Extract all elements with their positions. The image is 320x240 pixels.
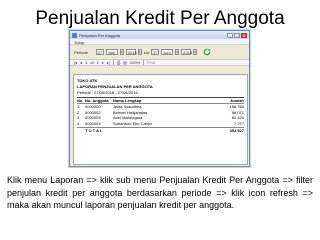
- table-cell: 3: [77, 115, 80, 121]
- window-title: Penjualan Per Anggota: [79, 32, 120, 38]
- print-icon[interactable]: ⎙: [117, 60, 120, 65]
- close-button[interactable]: ×: [241, 32, 247, 38]
- app-icon: [72, 32, 77, 38]
- from-year-field[interactable]: 2016: [125, 49, 137, 55]
- slide-description: Klik menu Laporan => klik sub menu Penju…: [7, 175, 313, 210]
- table-row: 1 0000000 Jelita Syaodhha 166.760: [77, 104, 244, 110]
- table-cell: 2: [77, 109, 80, 115]
- table-cell: Ariel Mahengara: [113, 115, 143, 121]
- report-store-name: TOKO ATK: [77, 78, 98, 83]
- total-value: 352.527: [229, 128, 244, 133]
- column-header: No: [77, 98, 83, 103]
- table-cell: 1: [77, 104, 80, 110]
- from-year-dropdown[interactable]: ▾: [137, 49, 142, 55]
- refresh-button[interactable]: [203, 48, 211, 56]
- table-cell: 0000000: [85, 104, 101, 110]
- app-window: Penjualan Per Anggota – □ × Tutup Period…: [69, 30, 250, 167]
- maximize-button[interactable]: □: [234, 32, 240, 38]
- column-header: Jumlah: [229, 98, 244, 103]
- zoom-select[interactable]: 100%: [130, 60, 140, 65]
- to-month-dropdown[interactable]: ▾: [175, 49, 180, 55]
- prev-page-icon[interactable]: ◂: [80, 60, 82, 65]
- total-label: T O T A L: [85, 128, 103, 133]
- table-cell: 0000004: [85, 120, 101, 126]
- table-cell: 96.071: [231, 109, 244, 115]
- table-cell: 166.760: [229, 104, 244, 110]
- column-header: Nama Lengkap: [113, 98, 142, 103]
- menu-tutup[interactable]: Tutup: [74, 40, 84, 45]
- to-day-field[interactable]: 27: [151, 49, 160, 55]
- table-cell: 0000003: [85, 115, 101, 121]
- from-day-field[interactable]: 27: [95, 49, 104, 55]
- to-year-dropdown[interactable]: ▾: [193, 49, 198, 55]
- minimize-button[interactable]: –: [227, 32, 233, 38]
- range-separator: s/d: [143, 49, 150, 55]
- report-toolbar: |◂ ◂ 1 of 1 ▸ ▸| ⎙ ▤ 100% Find: [70, 59, 249, 66]
- page-total: 1: [96, 60, 99, 65]
- table-cell: Jelita Syaodhha: [113, 104, 142, 110]
- table-cell: 4: [77, 120, 80, 126]
- table-row: 4 0000004 Suriantoro Eko Cahyo 7.277: [77, 121, 244, 127]
- table-row: 3 0000003 Ariel Mahengara 82.420: [77, 115, 244, 121]
- find-link[interactable]: Find: [147, 60, 155, 65]
- table-cell: 82.420: [231, 115, 244, 121]
- table-cell: 7.277: [233, 120, 244, 126]
- report-title: LAPORAN PENJUALAN PER ANGGOTA: [77, 84, 153, 89]
- slide-title: Penjualan Kredit Per Anggota: [35, 8, 285, 29]
- report-total-row: T O T A L 352.527: [77, 127, 244, 133]
- next-page-icon[interactable]: ▸: [102, 60, 104, 65]
- first-page-icon[interactable]: |◂: [74, 60, 77, 65]
- refresh-icon: [203, 48, 211, 56]
- table-cell: 0000002: [85, 109, 101, 115]
- table-row: 2 0000002 Bonner Hadjanatas 96.071: [77, 110, 244, 116]
- filter-bar: Periode 27 Juni ▾ 2016 ▾ s/d 27 Juni ▾ 2…: [70, 45, 249, 59]
- periode-label: Periode: [74, 49, 88, 55]
- export-icon[interactable]: ▤: [123, 60, 127, 65]
- toolbar-divider: [143, 60, 145, 65]
- toolbar-divider: [112, 60, 114, 65]
- report-period: Periode : 07/06/2016 - 27/06/2016: [77, 90, 138, 95]
- from-month-dropdown[interactable]: ▾: [119, 49, 124, 55]
- table-cell: Suriantoro Eko Cahyo: [113, 120, 153, 126]
- to-month-select[interactable]: Juni: [161, 49, 174, 55]
- page-of: of: [90, 60, 94, 65]
- table-cell: Bonner Hadjanatas: [113, 109, 148, 115]
- to-year-field[interactable]: 2016: [181, 49, 192, 55]
- column-header: No. Anggota: [85, 98, 109, 103]
- report-viewer: TOKO ATK LAPORAN PENJUALAN PER ANGGOTA P…: [73, 74, 248, 165]
- window-titlebar: Penjualan Per Anggota – □ ×: [70, 31, 249, 39]
- from-month-select[interactable]: Juni: [105, 49, 118, 55]
- page-current[interactable]: 1: [85, 60, 87, 65]
- last-page-icon[interactable]: ▸|: [107, 60, 110, 65]
